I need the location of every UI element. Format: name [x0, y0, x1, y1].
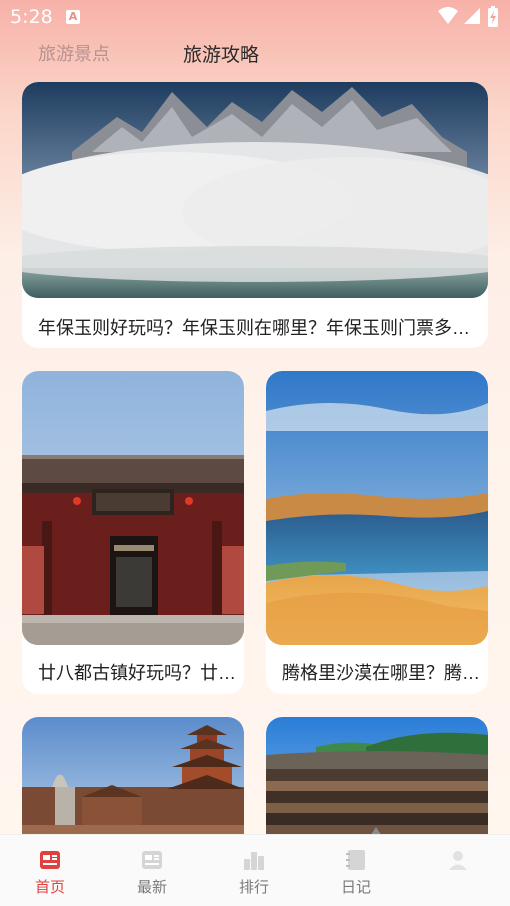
- card-image: [266, 371, 488, 645]
- nav-label: 最新: [136, 879, 167, 896]
- nav-profile[interactable]: [408, 835, 508, 906]
- tab-scenic-spots[interactable]: 旅游景点: [38, 40, 110, 66]
- card-image: [22, 371, 244, 645]
- nav-ranking[interactable]: 排行: [204, 835, 304, 906]
- nav-diary[interactable]: 日记: [306, 835, 406, 906]
- nav-label: 日记: [340, 879, 371, 896]
- signal-icon: [464, 8, 480, 24]
- notebook-icon: [346, 850, 365, 870]
- card-title: 廿八都古镇好玩吗？廿八都古镇在哪里？: [38, 663, 238, 683]
- ranking-icon: [244, 852, 264, 870]
- bottom-navigation: 首页 最新 排行 日记: [0, 834, 510, 906]
- card-image: [22, 82, 488, 298]
- nav-home[interactable]: 首页: [0, 835, 100, 906]
- guide-card[interactable]: 廿八都古镇好玩吗？廿八都古镇在哪里？: [22, 371, 244, 694]
- battery-charging-icon: [488, 6, 498, 27]
- status-bar: 5:28 A: [0, 0, 510, 36]
- nav-label: 排行: [238, 879, 269, 896]
- card-title: 腾格里沙漠在哪里？腾格里沙漠好玩吗？: [282, 663, 482, 683]
- nav-latest[interactable]: 最新: [102, 835, 202, 906]
- accessibility-notification-icon: A: [66, 10, 80, 24]
- article-icon: [142, 851, 162, 869]
- news-icon: [40, 851, 60, 869]
- card-title: 年保玉则好玩吗？年保玉则在哪里？年保玉则门票多少钱？: [38, 318, 478, 338]
- guide-card[interactable]: 年保玉则好玩吗？年保玉则在哪里？年保玉则门票多少钱？: [22, 82, 488, 348]
- guide-card[interactable]: 腾格里沙漠在哪里？腾格里沙漠好玩吗？: [266, 371, 488, 694]
- tab-travel-guides[interactable]: 旅游攻略: [183, 40, 259, 67]
- nav-label: 首页: [34, 879, 65, 896]
- wifi-icon: [438, 7, 458, 24]
- profile-icon: [449, 851, 467, 870]
- status-time: 5:28: [10, 6, 53, 28]
